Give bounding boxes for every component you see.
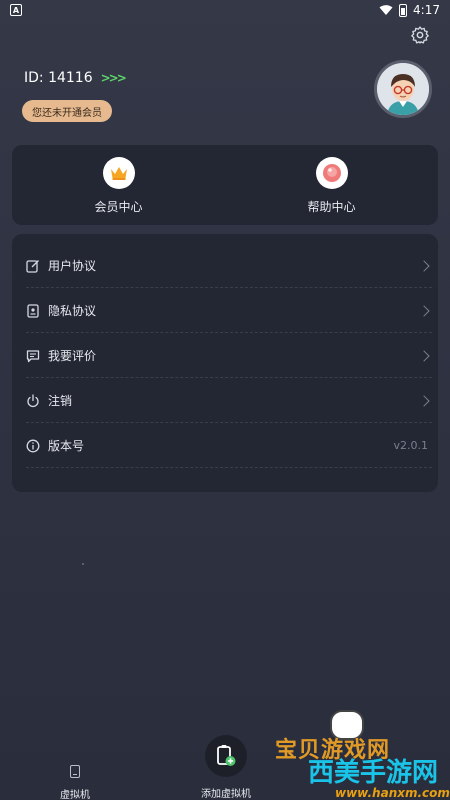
- nav-add-label: 添加虚拟机: [201, 789, 251, 800]
- status-icons: 4:17: [379, 3, 440, 17]
- chevron-right-icon: [418, 259, 430, 272]
- decorative-dot: [82, 563, 84, 565]
- menu-item-label: 版本号: [48, 439, 85, 453]
- help-center-button[interactable]: 帮助中心: [225, 145, 438, 225]
- menu-item-label: 隐私协议: [48, 304, 97, 318]
- menu-item-label: 我要评价: [48, 349, 97, 363]
- watermark-middle-label: 西美手游网: [308, 758, 439, 788]
- id-card-icon: [27, 303, 39, 318]
- watermark-logo: 宝贝游戏网 西美手游网 www.hanxm.com: [250, 700, 450, 800]
- chevron-right-icon: [418, 394, 430, 407]
- watermark-url: www.hanxm.com: [335, 786, 450, 800]
- settings-gear-icon[interactable]: [410, 25, 430, 45]
- crown-icon: [102, 157, 135, 189]
- menu-item-label: 用户协议: [48, 259, 97, 273]
- notification-icon: A: [10, 4, 22, 16]
- phone-icon: [70, 765, 80, 778]
- avatar[interactable]: [374, 60, 432, 118]
- wifi-icon: [379, 5, 393, 15]
- nav-vm-label: 虚拟机: [60, 790, 90, 800]
- help-bubble-icon: [315, 157, 348, 189]
- edit-document-icon: [26, 259, 39, 273]
- status-bar: A 4:17: [0, 0, 450, 20]
- vip-center-button[interactable]: 会员中心: [12, 145, 225, 225]
- battery-icon: [399, 3, 408, 17]
- vip-center-label: 会员中心: [94, 200, 143, 214]
- info-icon: [26, 439, 40, 452]
- chevron-right-icon: [418, 349, 430, 362]
- user-id: ID: 14116 >>>: [24, 70, 127, 86]
- status-time: 4:17: [413, 3, 440, 17]
- chevron-right-icon: [418, 304, 430, 317]
- help-center-label: 帮助中心: [307, 200, 356, 214]
- menu-item-version[interactable]: 版本号 v2.0.1: [26, 424, 432, 468]
- nav-add-virtual-machine[interactable]: 添加虚拟机: [198, 735, 254, 800]
- settings-menu-card: 用户协议 隐私协议 我要评价 注销 版本号 v2.0.1: [12, 234, 438, 492]
- forward-arrows-icon[interactable]: >>>: [101, 71, 127, 85]
- vip-status-button[interactable]: 您还未开通会员: [22, 100, 112, 122]
- menu-item-privacy-policy[interactable]: 隐私协议: [26, 289, 432, 333]
- watermark-middle-text: 西美手游网: [308, 752, 438, 789]
- user-id-text: ID: 14116: [24, 70, 93, 86]
- menu-item-label: 注销: [48, 394, 73, 408]
- quick-actions-card: 会员中心 帮助中心: [12, 145, 438, 225]
- menu-item-logout[interactable]: 注销: [26, 379, 432, 423]
- nav-virtual-machine[interactable]: 虚拟机: [50, 765, 100, 800]
- add-device-icon: [205, 735, 247, 777]
- menu-item-user-agreement[interactable]: 用户协议: [26, 244, 432, 288]
- comment-icon: [26, 349, 40, 362]
- avatar-illustration: [377, 63, 429, 115]
- menu-item-rate-us[interactable]: 我要评价: [26, 334, 432, 378]
- power-icon: [27, 393, 39, 407]
- version-value: v2.0.1: [393, 439, 429, 452]
